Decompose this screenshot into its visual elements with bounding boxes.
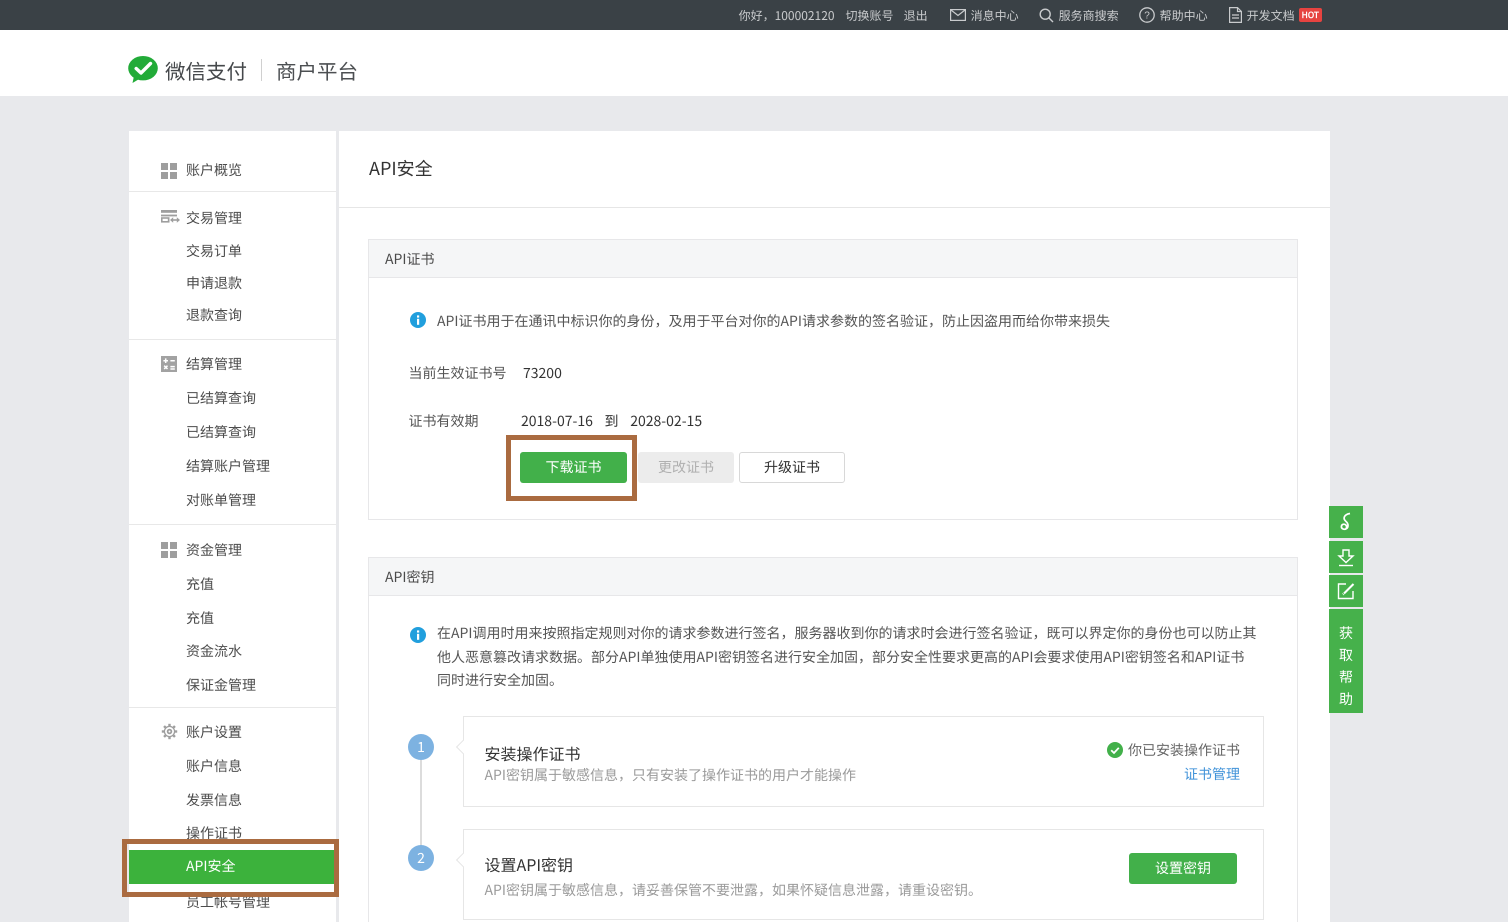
svg-text:?: ? (1144, 11, 1150, 22)
